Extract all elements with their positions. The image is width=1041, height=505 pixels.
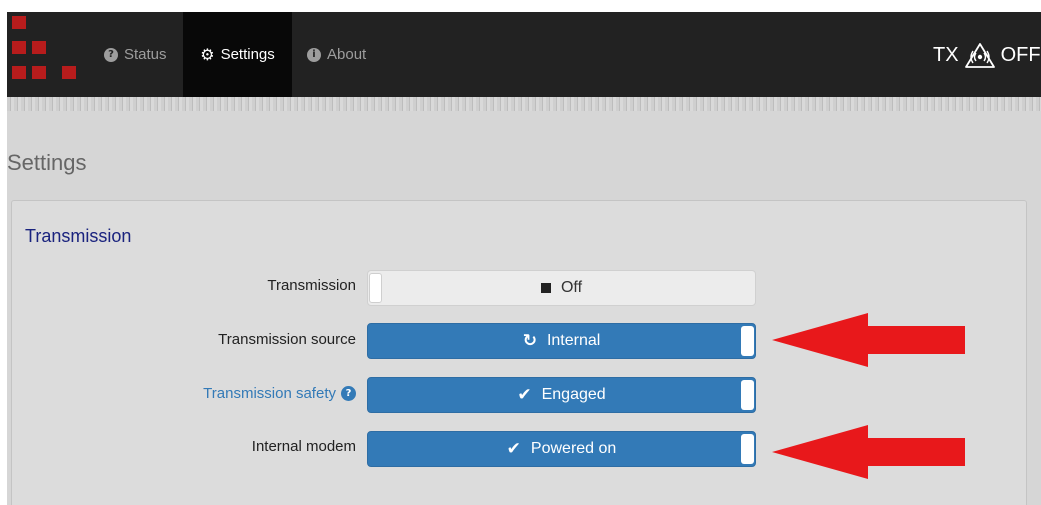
transmission-safety-label[interactable]: Transmission safety ? xyxy=(203,385,356,402)
nav-status-label: Status xyxy=(124,46,167,63)
transmission-label: Transmission xyxy=(267,277,356,294)
navbar-shadow-stripe xyxy=(7,97,1041,111)
transmission-toggle[interactable]: Off xyxy=(367,270,756,306)
transmission-safety-value: Engaged xyxy=(541,386,606,403)
toggle-knob xyxy=(741,326,754,356)
radio-tower-icon xyxy=(964,43,995,68)
transmission-safety-label-text: Transmission safety xyxy=(203,385,336,402)
nav-settings-label: Settings xyxy=(220,46,275,63)
logo-square xyxy=(12,66,26,79)
toggle-knob xyxy=(741,380,754,410)
navbar: ? Status ⚙ Settings i About TX OFF xyxy=(7,12,1041,97)
tx-status-indicator: TX OFF xyxy=(933,40,1041,70)
logo[interactable] xyxy=(7,12,87,97)
check-icon: ✔ xyxy=(517,384,532,405)
logo-square xyxy=(32,66,46,79)
nav-about[interactable]: i About xyxy=(307,12,366,97)
internal-modem-toggle[interactable]: ✔ Powered on xyxy=(367,431,756,467)
transmission-source-value: Internal xyxy=(546,332,601,349)
logo-square xyxy=(12,16,26,29)
tx-state: OFF xyxy=(1000,43,1041,66)
question-circle-icon: ? xyxy=(104,47,118,62)
question-circle-icon[interactable]: ? xyxy=(341,386,356,401)
nav-about-label: About xyxy=(327,46,367,63)
transmission-source-label: Transmission source xyxy=(218,331,356,348)
nav-status[interactable]: ? Status xyxy=(104,12,167,97)
logo-square xyxy=(12,41,26,54)
internal-modem-value: Powered on xyxy=(530,440,617,457)
transmission-safety-toggle[interactable]: ✔ Engaged xyxy=(367,377,756,413)
section-heading: Transmission xyxy=(25,226,132,246)
refresh-icon: ↻ xyxy=(522,330,537,351)
annotation-arrow-left-icon xyxy=(772,425,965,479)
gear-icon: ⚙ xyxy=(200,44,215,64)
annotation-arrow-left-icon xyxy=(772,313,965,367)
stop-icon xyxy=(540,283,551,293)
logo-square xyxy=(62,66,76,79)
nav-settings[interactable]: ⚙ Settings xyxy=(183,12,292,97)
internal-modem-label: Internal modem xyxy=(251,438,356,455)
check-icon: ✔ xyxy=(506,438,521,459)
transmission-value: Off xyxy=(560,279,583,296)
page-title: Settings xyxy=(7,150,87,175)
toggle-knob xyxy=(741,434,754,464)
logo-square xyxy=(32,41,46,54)
info-circle-icon: i xyxy=(307,47,321,62)
toggle-knob xyxy=(369,273,382,303)
transmission-source-toggle[interactable]: ↻ Internal xyxy=(367,323,756,359)
tx-label: TX xyxy=(933,43,959,66)
